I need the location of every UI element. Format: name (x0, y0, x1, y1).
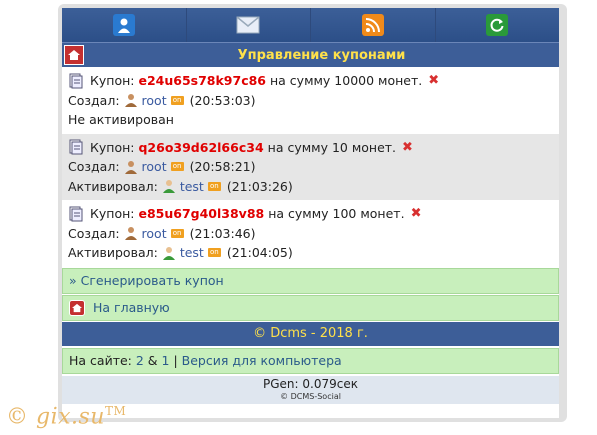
online-badge: on (170, 95, 184, 105)
nav-refresh[interactable] (435, 8, 559, 42)
coupon-code: e85u67g40l38v88 (138, 206, 265, 221)
watermark-text: © gix.su (6, 404, 105, 430)
created-time: (21:03:46) (189, 225, 256, 241)
coupon-item: Купон: e85u67g40l38v88 на сумму 100 моне… (62, 200, 559, 267)
user-icon (124, 93, 138, 108)
page-generation-time: PGen: 0.079сек (62, 375, 559, 392)
online-bar: На сайте: 2 & 1 | Версия для компьютера (62, 347, 559, 374)
activated-label: Активировал: (68, 178, 158, 194)
refresh-icon (486, 14, 509, 36)
main-panel: Управление купонами Купон: e24u65s78k97c… (62, 8, 559, 418)
online-badge: on (170, 162, 184, 172)
coupon-code: q26o39d62l66c34 (138, 139, 264, 155)
coupon-amount: на сумму 10000 монет. (270, 73, 423, 88)
nav-rss[interactable] (311, 8, 436, 42)
home-icon[interactable] (64, 45, 84, 65)
watermark-tm: TM (104, 404, 127, 418)
activator-link[interactable]: test (180, 243, 204, 263)
delete-icon[interactable]: ✖ (402, 138, 413, 158)
document-icon (68, 206, 84, 222)
created-label: Создал: (68, 225, 120, 241)
user-icon (112, 14, 135, 36)
online-badge: on (207, 248, 221, 258)
created-label: Создал: (68, 92, 120, 108)
coupon-label: Купон: (90, 73, 135, 88)
coupon-status: Не активирован (68, 112, 174, 127)
title-bar: Управление купонами (62, 42, 559, 67)
online-badge: on (207, 181, 221, 191)
copyright-bar: © Dcms - 2018 г. (62, 321, 559, 346)
activated-time: (21:03:26) (226, 178, 293, 194)
nav-profile[interactable] (62, 8, 187, 42)
nav-mail[interactable] (186, 8, 311, 42)
user-icon (162, 179, 176, 194)
top-nav (62, 8, 559, 42)
online-users-link[interactable]: 2 (136, 353, 144, 368)
coupon-item: Купон: e24u65s78k97c86 на сумму 10000 мо… (62, 67, 559, 134)
online-badge: on (170, 228, 184, 238)
creator-link[interactable]: root (142, 157, 167, 177)
watermark: © gix.suTM (6, 404, 126, 429)
home-icon (69, 299, 85, 316)
envelope-icon (235, 14, 261, 36)
online-separator: & (143, 353, 162, 368)
created-label: Создал: (68, 159, 120, 174)
activator-link[interactable]: test (180, 177, 204, 197)
rss-icon (361, 14, 384, 36)
online-label: На сайте: (69, 353, 132, 368)
activated-label: Активировал: (68, 245, 158, 260)
page-frame: Управление купонами Купон: e24u65s78k97c… (58, 4, 567, 422)
created-time: (20:58:21) (189, 159, 256, 174)
generate-coupon-link[interactable]: » Сгенерировать купон (62, 267, 559, 294)
document-icon (68, 73, 84, 89)
coupon-item: Купон: q26o39d62l66c34 на сумму 10 монет… (62, 133, 559, 200)
generate-coupon-label: » Сгенерировать купон (69, 273, 224, 288)
coupon-amount: на сумму 100 монет. (268, 206, 405, 221)
created-time: (20:53:03) (189, 92, 256, 108)
activated-time: (21:04:05) (226, 245, 293, 260)
dcms-credit: © DCMS-Social (62, 391, 559, 404)
coupon-code: e24u65s78k97c86 (138, 73, 266, 88)
user-icon (162, 246, 176, 260)
online-guests-link[interactable]: 1 (162, 353, 170, 368)
page-title: Управление купонами (237, 47, 406, 63)
coupon-label: Купон: (90, 206, 135, 221)
home-link[interactable]: На главную (62, 294, 559, 321)
delete-icon[interactable]: ✖ (411, 204, 422, 224)
creator-link[interactable]: root (142, 224, 167, 244)
coupon-label: Купон: (90, 139, 135, 155)
user-icon (124, 226, 138, 241)
document-icon (68, 139, 84, 155)
desktop-version-link[interactable]: Версия для компьютера (182, 353, 342, 368)
coupon-amount: на сумму 10 монет. (267, 139, 397, 155)
user-icon (124, 160, 138, 174)
pipe-separator: | (169, 353, 182, 368)
delete-icon[interactable]: ✖ (428, 71, 439, 91)
creator-link[interactable]: root (142, 91, 167, 111)
home-link-label: На главную (93, 300, 170, 315)
